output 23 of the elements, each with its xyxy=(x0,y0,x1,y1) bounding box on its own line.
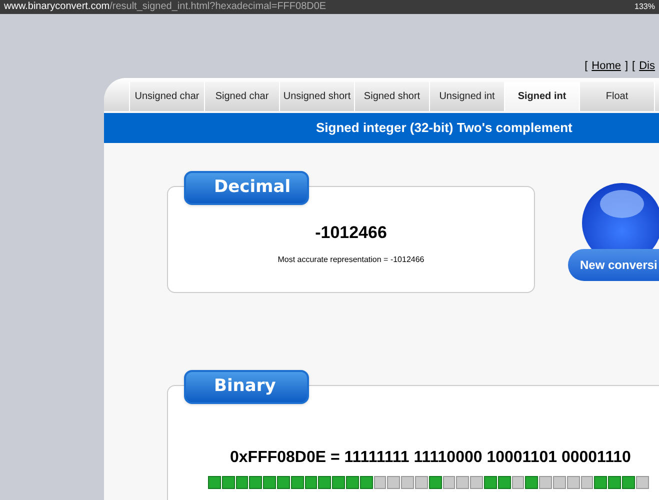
tab[interactable]: Signed int xyxy=(505,82,580,111)
binary-label: Binary xyxy=(184,370,309,404)
tab[interactable]: Unsigned char xyxy=(130,82,205,111)
url-domain: www.binaryconvert.com xyxy=(4,2,110,12)
tab[interactable]: Unsigned int xyxy=(430,82,505,111)
tab[interactable]: Unsigned short xyxy=(280,82,355,111)
nav-link[interactable]: Dis xyxy=(639,58,655,74)
decimal-value: -1012466 xyxy=(315,222,387,244)
url-path: /result_signed_int.html?hexadecimal=FFF08D0E xyxy=(110,2,326,12)
binary-expression: 0xFFF08D0E = 11111111 11110000 10001101 00001110 xyxy=(229,448,632,468)
tab[interactable]: Float xyxy=(580,82,655,111)
address-bar[interactable]: www.binaryconvert.com/result_signed_int.html?hexadecimal=FFF08D0E 133% xyxy=(0,0,659,14)
representation-note: Most accurate representation = -1012466 xyxy=(278,254,424,266)
decimal-label: Decimal xyxy=(184,171,309,205)
bracket: [ xyxy=(632,58,636,74)
nav-link[interactable]: Home xyxy=(592,58,621,74)
title-banner: Signed integer (32-bit) Two's complement xyxy=(104,113,659,143)
zoom-level: 133% xyxy=(634,3,655,11)
new-conversion-button[interactable]: New conversi xyxy=(568,249,659,281)
bracket: [ xyxy=(584,58,588,74)
tab[interactable]: Signed short xyxy=(355,82,430,111)
bracket: ] xyxy=(624,58,628,74)
tab[interactable]: Signed char xyxy=(205,82,280,111)
